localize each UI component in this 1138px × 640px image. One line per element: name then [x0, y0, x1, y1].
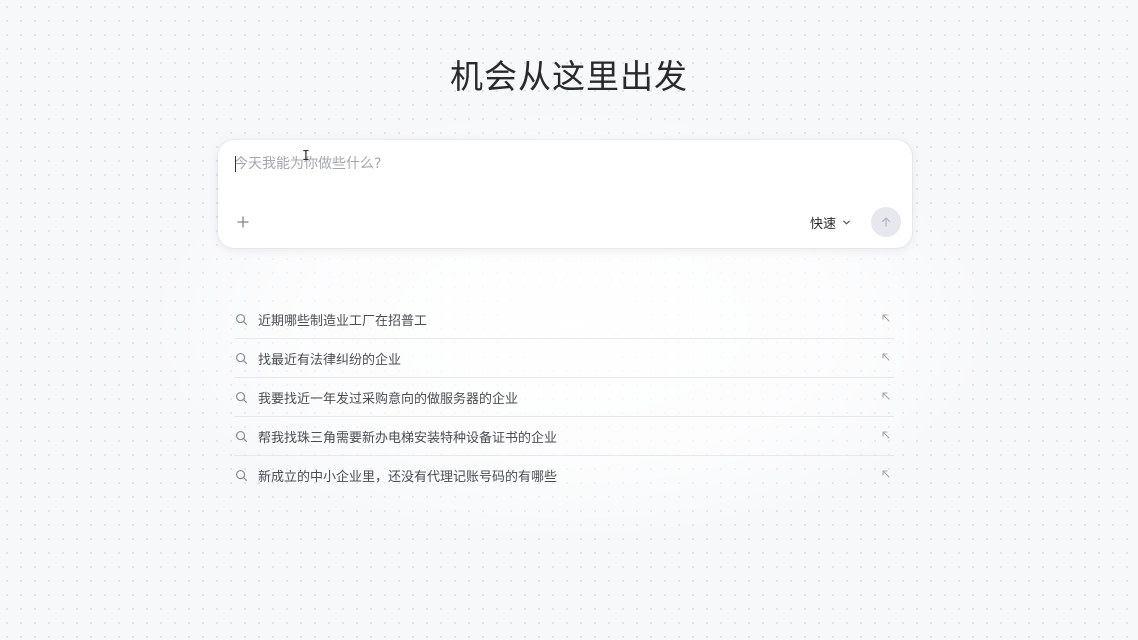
arrow-up-left-icon — [882, 314, 890, 322]
send-button[interactable] — [871, 207, 901, 237]
ibeam-cursor-icon: I — [302, 149, 310, 164]
suggestion-text: 新成立的中小企业里，还没有代理记账号码的有哪些 — [258, 469, 558, 485]
chat-input[interactable] — [234, 152, 894, 176]
search-icon — [235, 390, 249, 404]
add-attachment-button[interactable] — [232, 211, 254, 233]
search-icon — [235, 429, 249, 443]
suggestion-item[interactable]: 近期哪些制造业工厂在招普工 — [234, 300, 894, 339]
search-icon — [235, 468, 249, 482]
mode-label: 快速 — [810, 216, 837, 232]
chevron-down-icon — [843, 220, 850, 224]
suggestion-item[interactable]: 找最近有法律纠纷的企业 — [234, 339, 894, 378]
suggestion-text: 近期哪些制造业工厂在招普工 — [258, 313, 428, 329]
suggestion-item[interactable]: 新成立的中小企业里，还没有代理记账号码的有哪些 — [234, 456, 894, 494]
suggestion-list: 近期哪些制造业工厂在招普工 找最近有法律纠纷的企业 我要找近一年发过采购意向的做… — [234, 300, 894, 494]
suggestion-text: 找最近有法律纠纷的企业 — [258, 352, 402, 368]
suggestion-item[interactable]: 帮我找珠三角需要新办电梯安装特种设备证书的企业 — [234, 417, 894, 456]
search-icon — [235, 312, 249, 326]
arrow-up-icon — [881, 217, 891, 227]
search-icon — [235, 351, 249, 365]
suggestion-item[interactable]: 我要找近一年发过采购意向的做服务器的企业 — [234, 378, 894, 417]
chat-composer: I 快速 — [218, 140, 912, 248]
suggestion-text: 帮我找珠三角需要新办电梯安装特种设备证书的企业 — [258, 430, 558, 446]
arrow-up-left-icon — [882, 470, 890, 478]
text-caret — [235, 156, 236, 172]
mode-dropdown[interactable]: 快速 — [810, 212, 851, 232]
arrow-up-left-icon — [882, 392, 890, 400]
suggestion-text: 我要找近一年发过采购意向的做服务器的企业 — [258, 391, 519, 407]
page-title: 机会从这里出发 — [450, 57, 688, 96]
arrow-up-left-icon — [882, 353, 890, 361]
arrow-up-left-icon — [882, 431, 890, 439]
plus-icon — [237, 216, 249, 228]
